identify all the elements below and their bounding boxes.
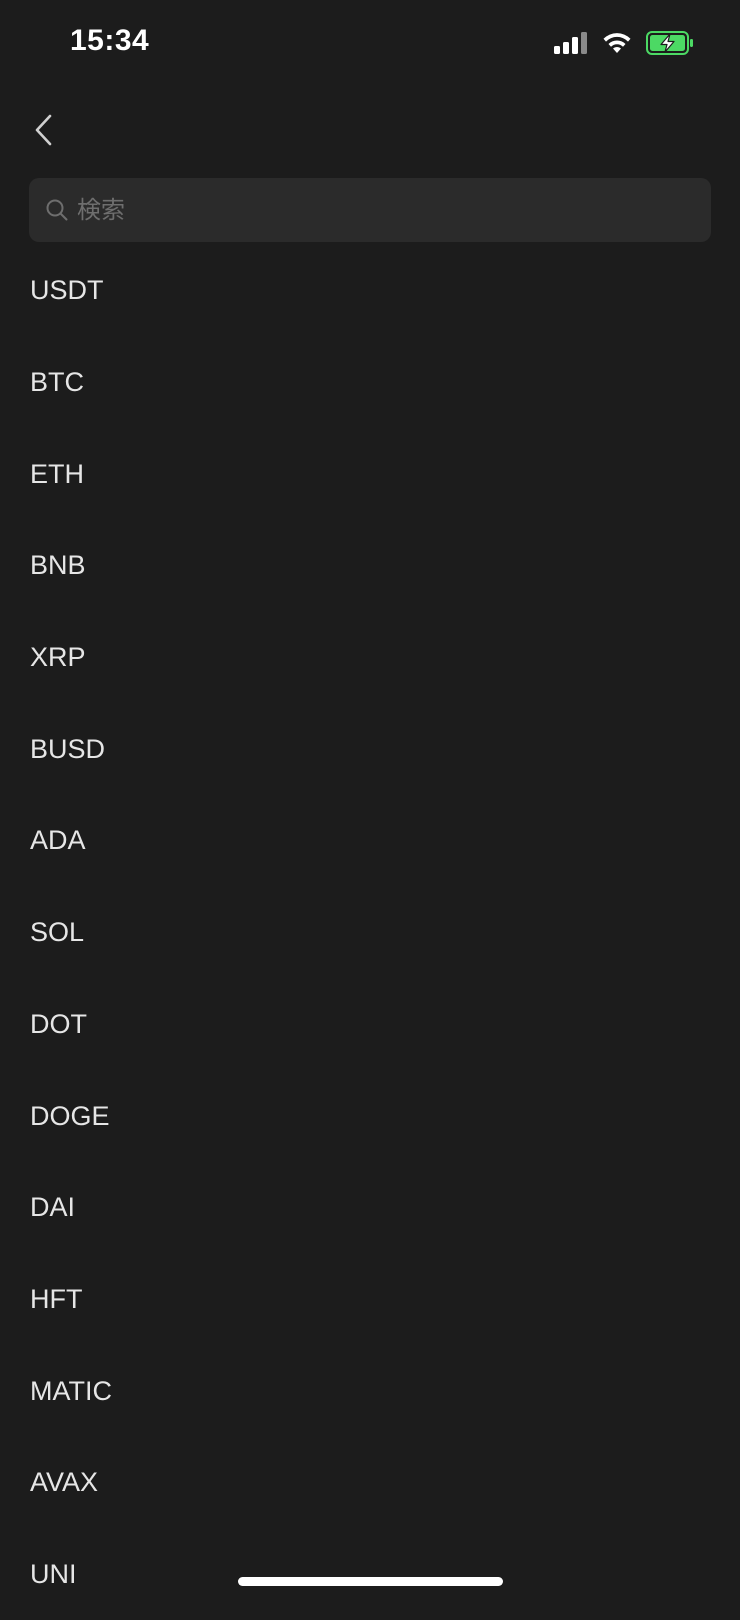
coin-label: BUSD xyxy=(30,733,106,764)
coin-label: ETH xyxy=(30,458,84,489)
coin-label: USDT xyxy=(30,275,104,306)
coin-item-btc[interactable]: BTC xyxy=(0,337,740,429)
coin-item-sol[interactable]: SOL xyxy=(0,887,740,979)
coin-label: BNB xyxy=(30,550,86,581)
chevron-left-icon xyxy=(35,114,52,146)
coin-item-xrp[interactable]: XRP xyxy=(0,612,740,704)
status-time: 15:34 xyxy=(70,24,150,57)
coin-item-usdt[interactable]: USDT xyxy=(0,245,740,337)
coin-item-dai[interactable]: DAI xyxy=(0,1162,740,1254)
coin-item-busd[interactable]: BUSD xyxy=(0,703,740,795)
coin-list: USDT BTC ETH BNB XRP BUSD ADA SOL DOT DO… xyxy=(0,245,740,1620)
signal-icon xyxy=(554,32,587,54)
status-icons xyxy=(554,30,694,56)
coin-label: SOL xyxy=(30,917,85,948)
search-input[interactable] xyxy=(69,177,711,243)
nav-bar xyxy=(0,100,740,160)
coin-label: UNI xyxy=(30,1558,77,1589)
coin-label: DOT xyxy=(30,1008,87,1039)
home-indicator[interactable] xyxy=(238,1577,503,1586)
coin-label: BTC xyxy=(30,367,84,398)
coin-item-doge[interactable]: DOGE xyxy=(0,1070,740,1162)
battery-charging-icon xyxy=(646,31,693,55)
coin-label: MATIC xyxy=(30,1375,112,1406)
wifi-icon xyxy=(603,33,631,53)
coin-item-dot[interactable]: DOT xyxy=(0,979,740,1071)
coin-label: AVAX xyxy=(30,1467,99,1498)
coin-label: XRP xyxy=(30,642,86,673)
coin-label: DOGE xyxy=(30,1100,110,1131)
coin-item-hft[interactable]: HFT xyxy=(0,1254,740,1346)
coin-label: DAI xyxy=(30,1192,76,1223)
search-box[interactable] xyxy=(29,177,711,243)
status-bar: 15:34 xyxy=(0,0,740,90)
search-icon xyxy=(46,199,68,221)
coin-item-eth[interactable]: ETH xyxy=(0,428,740,520)
coin-item-matic[interactable]: MATIC xyxy=(0,1345,740,1437)
coin-item-ada[interactable]: ADA xyxy=(0,795,740,887)
coin-label: HFT xyxy=(30,1283,83,1314)
coin-item-avax[interactable]: AVAX xyxy=(0,1437,740,1529)
coin-item-uni[interactable]: UNI xyxy=(0,1529,740,1620)
coin-label: ADA xyxy=(30,825,86,856)
back-button[interactable] xyxy=(26,108,62,152)
coin-item-bnb[interactable]: BNB xyxy=(0,520,740,612)
